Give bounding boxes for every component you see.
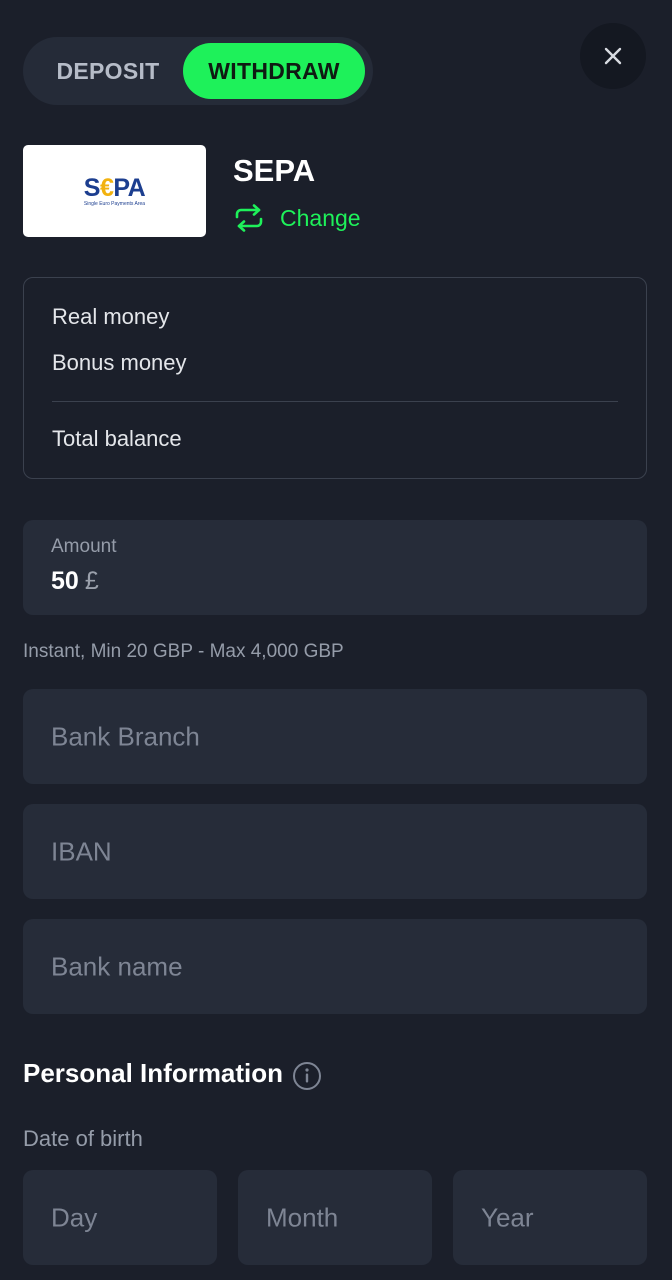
bank-name-placeholder: Bank name <box>51 951 183 981</box>
dob-month-input[interactable]: Month <box>238 1170 432 1265</box>
amount-input[interactable]: Amount 50 £ <box>23 520 647 615</box>
bank-name-input[interactable]: Bank name <box>23 919 647 1014</box>
tab-deposit[interactable]: DEPOSIT <box>33 43 183 99</box>
real-money-label: Real money <box>52 304 170 329</box>
personal-information-title: Personal Information <box>23 1058 284 1088</box>
change-label: Change <box>280 204 361 231</box>
bank-branch-input[interactable]: Bank Branch <box>23 689 647 784</box>
bonus-money-label: Bonus money <box>52 350 187 375</box>
amount-label: Amount <box>51 536 117 557</box>
date-of-birth-label: Date of birth <box>23 1126 143 1151</box>
amount-value: 50 £ <box>51 567 99 595</box>
sepa-logo-subtitle: Single Euro Payments Area <box>83 200 146 207</box>
amount-limits: Instant, Min 20 GBP - Max 4,000 GBP <box>23 641 344 662</box>
swap-arrows-icon <box>235 204 263 232</box>
dob-year-placeholder: Year <box>481 1202 534 1232</box>
bank-branch-placeholder: Bank Branch <box>51 721 200 751</box>
dob-day-placeholder: Day <box>51 1202 98 1232</box>
total-balance-label: Total balance <box>52 426 182 451</box>
change-method-button[interactable]: Change <box>233 201 361 235</box>
dob-day-input[interactable]: Day <box>23 1170 217 1265</box>
info-icon[interactable] <box>292 1061 322 1091</box>
iban-placeholder: IBAN <box>51 836 112 866</box>
deposit-withdraw-toggle: DEPOSIT WITHDRAW <box>23 37 373 105</box>
sepa-logo: S€PA Single Euro Payments Area <box>23 145 206 237</box>
close-icon <box>604 47 622 65</box>
tab-withdraw[interactable]: WITHDRAW <box>183 43 365 99</box>
dob-year-input[interactable]: Year <box>453 1170 647 1265</box>
sepa-logo-wordmark: S€PA <box>83 173 146 202</box>
iban-input[interactable]: IBAN <box>23 804 647 899</box>
close-button[interactable] <box>580 23 646 89</box>
payment-method-name: SEPA <box>233 153 316 188</box>
dob-month-placeholder: Month <box>266 1202 339 1232</box>
balance-divider <box>52 401 618 402</box>
balance-summary: Real money Bonus money Total balance <box>23 277 647 479</box>
